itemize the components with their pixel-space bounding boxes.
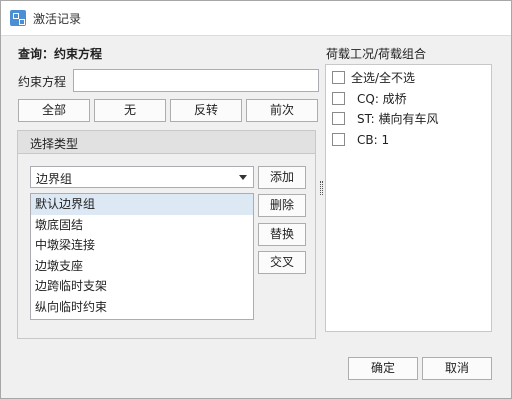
select-all-row[interactable]: 全选/全不选 [332,69,415,87]
list-item[interactable]: 边跨临时支架 [31,276,253,297]
window-title: 激活记录 [33,12,82,26]
list-item[interactable]: 纵向临时约束 [31,297,253,318]
load-case-checkbox[interactable] [332,133,345,146]
load-case-row[interactable]: CQ: 成桥 [332,90,407,108]
invert-button[interactable]: 反转 [170,99,242,122]
delete-button[interactable]: 删除 [258,194,306,217]
replace-button[interactable]: 替换 [258,223,306,246]
list-item[interactable]: 默认边界组 [31,194,253,215]
constraint-label: 约束方程 [18,75,67,89]
load-cases-list: 全选/全不选 CQ: 成桥 ST: 横向有车风 CB: 1 [325,64,492,332]
load-case-label: ST: 横向有车风 [357,112,439,126]
select-type-title: 选择类型 [30,137,79,151]
all-button[interactable]: 全部 [18,99,90,122]
add-button[interactable]: 添加 [258,166,306,189]
type-combo-value: 边界组 [36,172,73,186]
load-case-label: CB: 1 [357,133,390,147]
splitter-handle[interactable] [320,181,323,195]
intersect-button[interactable]: 交叉 [258,251,306,274]
none-button[interactable]: 无 [94,99,166,122]
dropdown-arrow-icon[interactable] [239,175,247,180]
type-combo[interactable]: 边界组 [30,166,254,188]
select-all-checkbox[interactable] [332,71,345,84]
previous-button[interactable]: 前次 [246,99,318,122]
load-case-label: CQ: 成桥 [357,92,407,106]
constraint-input[interactable] [73,69,319,92]
load-case-checkbox[interactable] [332,92,345,105]
cancel-button[interactable]: 取消 [422,357,492,380]
title-bar: 激活记录 [1,1,511,36]
select-all-label: 全选/全不选 [351,71,416,85]
type-listbox[interactable]: 默认边界组 墩底固结 中墩梁连接 边墩支座 边跨临时支架 纵向临时约束 [30,193,254,320]
list-item[interactable]: 墩底固结 [31,215,253,236]
load-case-row[interactable]: ST: 横向有车风 [332,110,439,128]
load-case-checkbox[interactable] [332,112,345,125]
load-case-row[interactable]: CB: 1 [332,131,389,149]
ok-button[interactable]: 确定 [348,357,418,380]
select-type-header: 选择类型 [18,131,315,154]
list-item[interactable]: 中墩梁连接 [31,235,253,256]
list-item[interactable]: 边墩支座 [31,256,253,277]
query-title: 查询：约束方程 [18,47,103,61]
load-cases-title: 荷载工况/荷载组合 [326,47,427,61]
app-grid-icon [10,10,26,26]
